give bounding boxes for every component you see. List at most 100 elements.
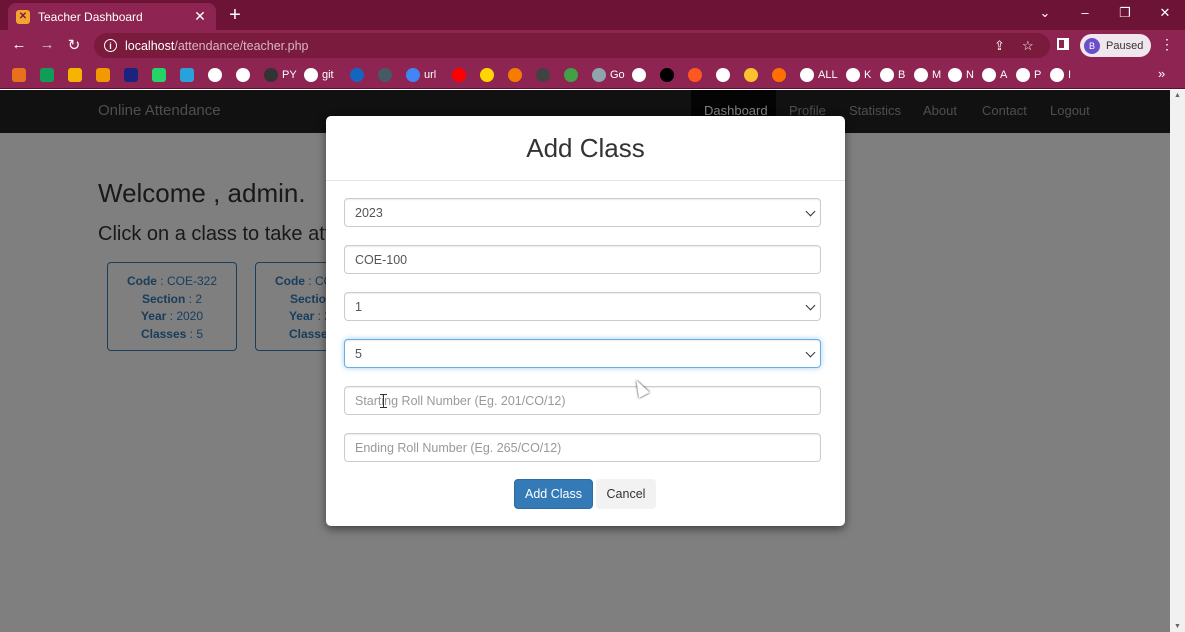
bookmark-favicon-icon bbox=[1016, 68, 1030, 82]
browser-menu-icon[interactable]: ⋮ bbox=[1160, 36, 1174, 53]
bookmark-item[interactable]: P bbox=[1016, 67, 1041, 83]
bookmark-favicon-icon bbox=[800, 68, 814, 82]
bookmark-favicon-icon bbox=[208, 68, 222, 82]
bookmark-item[interactable] bbox=[480, 67, 494, 83]
year-select[interactable]: 2023 bbox=[344, 198, 821, 227]
bookmark-item[interactable]: I bbox=[1050, 67, 1071, 83]
bookmark-favicon-icon bbox=[744, 68, 758, 82]
scroll-up-icon[interactable]: ▲ bbox=[1174, 92, 1181, 99]
scroll-down-icon[interactable]: ▼ bbox=[1174, 623, 1181, 630]
bookmark-favicon-icon bbox=[536, 68, 550, 82]
bookmark-item[interactable]: Go bbox=[592, 67, 625, 83]
minimize-icon[interactable]: – bbox=[1075, 5, 1095, 20]
add-class-button[interactable]: Add Class bbox=[514, 479, 593, 509]
start-roll-input[interactable]: Starting Roll Number (Eg. 201/CO/12) bbox=[344, 386, 821, 415]
bookmark-item[interactable] bbox=[68, 67, 82, 83]
url-path: /attendance/teacher.php bbox=[174, 38, 309, 53]
chevron-down-icon bbox=[805, 206, 816, 217]
bookmark-favicon-icon bbox=[406, 68, 420, 82]
section-select[interactable]: 1 bbox=[344, 292, 821, 321]
bookmark-item[interactable] bbox=[744, 67, 758, 83]
bookmark-label: Go bbox=[610, 69, 625, 81]
page-scrollbar[interactable]: ▲ ▼ bbox=[1170, 90, 1185, 632]
browser-tab[interactable]: ✕ Teacher Dashboard ✕ bbox=[8, 3, 216, 30]
classes-select-value: 5 bbox=[355, 346, 362, 361]
bookmark-favicon-icon bbox=[378, 68, 392, 82]
bookmark-label: N bbox=[966, 69, 974, 81]
bookmark-item[interactable] bbox=[180, 67, 194, 83]
bookmark-favicon-icon bbox=[480, 68, 494, 82]
share-icon[interactable]: ⇪ bbox=[994, 38, 1005, 54]
bookmark-favicon-icon bbox=[632, 68, 646, 82]
bookmark-item[interactable]: K bbox=[846, 67, 871, 83]
bookmark-label: PY bbox=[282, 69, 297, 81]
bookmark-favicon-icon bbox=[660, 68, 674, 82]
bookmark-favicon-icon bbox=[152, 68, 166, 82]
bookmark-item[interactable]: M bbox=[914, 67, 941, 83]
bookmark-item[interactable] bbox=[350, 67, 364, 83]
bookmark-favicon-icon bbox=[508, 68, 522, 82]
back-arrow-icon[interactable]: ← bbox=[10, 36, 28, 53]
end-roll-input[interactable]: Ending Roll Number (Eg. 265/CO/12) bbox=[344, 433, 821, 462]
bookmark-favicon-icon bbox=[592, 68, 606, 82]
bookmark-item[interactable]: git bbox=[304, 67, 334, 83]
bookmark-item[interactable] bbox=[40, 67, 54, 83]
bookmark-item[interactable] bbox=[12, 67, 26, 83]
browser-tabstrip: ✕ Teacher Dashboard ✕ + ⌄ – ❐ ✕ bbox=[0, 0, 1185, 30]
address-bar[interactable]: i localhost /attendance/teacher.php ⇪ ☆ bbox=[94, 33, 1050, 58]
bookmark-item[interactable]: A bbox=[982, 67, 1007, 83]
bookmark-item[interactable] bbox=[236, 67, 250, 83]
bookmark-label: M bbox=[932, 69, 942, 81]
bookmark-item[interactable] bbox=[124, 67, 138, 83]
course-code-value: COE-100 bbox=[355, 252, 408, 267]
bookmark-item[interactable]: url bbox=[406, 67, 436, 83]
tab-title: Teacher Dashboard bbox=[38, 9, 143, 24]
restore-icon[interactable]: ❐ bbox=[1115, 5, 1135, 21]
tab-close-icon[interactable]: ✕ bbox=[192, 8, 208, 25]
bookmark-item[interactable] bbox=[772, 67, 786, 83]
bookmark-favicon-icon bbox=[124, 68, 138, 82]
close-window-icon[interactable]: ✕ bbox=[1155, 5, 1175, 21]
new-tab-icon[interactable]: + bbox=[226, 4, 244, 26]
bookmark-item[interactable]: B bbox=[880, 67, 905, 83]
cancel-button[interactable]: Cancel bbox=[596, 479, 656, 509]
bookmark-item[interactable] bbox=[452, 67, 466, 83]
bookmark-item[interactable] bbox=[536, 67, 550, 83]
bookmark-favicon-icon bbox=[914, 68, 928, 82]
bookmarks-bar: PY git url Go ALL K B M N A P I » bbox=[0, 61, 1185, 89]
bookmark-item[interactable]: N bbox=[948, 67, 974, 83]
bookmark-item[interactable] bbox=[660, 67, 674, 83]
bookmark-favicon-icon bbox=[948, 68, 962, 82]
bookmark-favicon-icon bbox=[350, 68, 364, 82]
tab-search-chevron-icon[interactable]: ⌄ bbox=[1035, 5, 1055, 21]
bookmark-item[interactable] bbox=[378, 67, 392, 83]
bookmark-item[interactable] bbox=[688, 67, 702, 83]
bookmark-favicon-icon bbox=[452, 68, 466, 82]
bookmark-item[interactable] bbox=[96, 67, 110, 83]
reload-icon[interactable]: ↻ bbox=[65, 36, 83, 54]
classes-select[interactable]: 5 bbox=[344, 339, 821, 368]
start-roll-placeholder: Starting Roll Number (Eg. 201/CO/12) bbox=[355, 393, 566, 408]
bookmark-item[interactable] bbox=[564, 67, 578, 83]
bookmark-item[interactable] bbox=[208, 67, 222, 83]
bookmark-item[interactable]: PY bbox=[264, 67, 297, 83]
bookmark-item[interactable]: ALL bbox=[800, 67, 838, 83]
more-bookmarks-icon[interactable]: » bbox=[1158, 66, 1165, 81]
course-code-input[interactable]: COE-100 bbox=[344, 245, 821, 274]
side-panel-icon[interactable] bbox=[1057, 38, 1069, 50]
modal-header: Add Class bbox=[326, 116, 845, 181]
bookmark-item[interactable] bbox=[508, 67, 522, 83]
site-info-icon[interactable]: i bbox=[104, 39, 117, 52]
forward-arrow-icon[interactable]: → bbox=[38, 36, 56, 53]
profile-status: Paused bbox=[1106, 39, 1144, 52]
bookmark-favicon-icon bbox=[846, 68, 860, 82]
bookmark-item[interactable] bbox=[152, 67, 166, 83]
bookmark-favicon-icon bbox=[304, 68, 318, 82]
bookmark-item[interactable] bbox=[632, 67, 646, 83]
bookmark-favicon-icon bbox=[772, 68, 786, 82]
profile-button[interactable]: B Paused bbox=[1080, 34, 1151, 57]
bookmark-label: B bbox=[898, 69, 906, 81]
bookmark-item[interactable] bbox=[716, 67, 730, 83]
bookmark-star-icon[interactable]: ☆ bbox=[1022, 38, 1034, 54]
bookmark-label: url bbox=[424, 69, 437, 81]
